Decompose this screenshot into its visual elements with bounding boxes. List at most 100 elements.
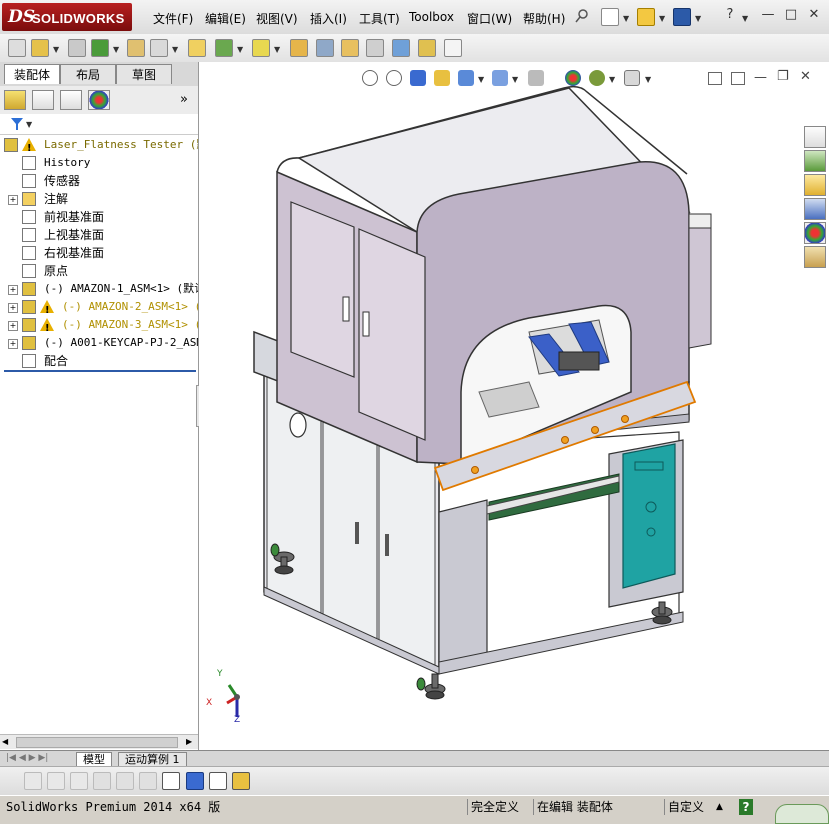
zoom-to-fit-icon[interactable]	[362, 70, 378, 86]
menu-file[interactable]: 文件(F)	[153, 10, 193, 27]
appearances-scenes-icon[interactable]	[804, 222, 826, 244]
view-settings-dropdown-icon[interactable]: ▼	[645, 75, 651, 84]
viewport-close-icon[interactable]: ✕	[800, 69, 811, 84]
status-units-custom[interactable]: 自定义	[664, 799, 704, 815]
render-view-icon[interactable]	[232, 772, 250, 790]
tree-item[interactable]: + (-) AMAZON-2_ASM<1> (默	[0, 298, 198, 316]
tree-item[interactable]: History	[0, 154, 198, 172]
save-dropdown-icon[interactable]: ▼	[695, 14, 701, 23]
tree-item[interactable]: 配合	[0, 352, 198, 370]
file-explorer-icon[interactable]	[804, 174, 826, 196]
shaded-view-icon[interactable]	[186, 772, 204, 790]
tab-assembly[interactable]: 装配体	[4, 64, 60, 84]
expand-toggle-icon[interactable]: +	[8, 285, 18, 295]
tree-item[interactable]: + (-) AMAZON-1_ASM<1> (默认	[0, 280, 198, 298]
tree-item[interactable]: + (-) AMAZON-3_ASM<1> (默	[0, 316, 198, 334]
propertymanager-icon[interactable]	[32, 90, 54, 110]
menu-window[interactable]: 窗口(W)	[467, 10, 512, 27]
tree-item[interactable]: Laser_Flatness Tester (默	[0, 136, 198, 154]
tree-item[interactable]: 前视基准面	[0, 208, 198, 226]
help-button[interactable]: ?	[722, 8, 738, 22]
linear-pattern-icon[interactable]	[91, 39, 109, 57]
reference-geometry-dropdown-icon[interactable]: ▼	[274, 45, 280, 54]
hide-show-items-icon[interactable]	[528, 70, 544, 86]
assembly-model-render[interactable]	[199, 62, 829, 750]
new-dropdown-icon[interactable]: ▼	[623, 14, 629, 23]
pin-menu-icon[interactable]	[575, 9, 589, 23]
tab-sketch[interactable]: 草图	[116, 64, 172, 84]
close-button[interactable]: ✕	[806, 8, 822, 22]
move-dropdown-icon[interactable]: ▼	[172, 45, 178, 54]
grid-view-icon[interactable]	[209, 772, 227, 790]
view-palette-icon[interactable]	[804, 198, 826, 220]
component-icon[interactable]	[8, 39, 26, 57]
tree-item[interactable]: 上视基准面	[0, 226, 198, 244]
assembly-features-dropdown-icon[interactable]: ▼	[237, 45, 243, 54]
insert-component-dropdown-icon[interactable]: ▼	[53, 45, 59, 54]
status-help-icon[interactable]: ?	[739, 799, 753, 815]
lines-icon[interactable]	[93, 772, 111, 790]
view-orientation-icon[interactable]	[458, 70, 474, 86]
minimize-button[interactable]: —	[760, 8, 776, 22]
tree-item[interactable]: + 注解	[0, 190, 198, 208]
tree-item[interactable]: 原点	[0, 262, 198, 280]
zoom-to-area-icon[interactable]	[386, 70, 402, 86]
previous-view-icon[interactable]	[410, 70, 426, 86]
custom-properties-icon[interactable]	[804, 246, 826, 268]
viewport-minimize-icon[interactable]: —	[754, 70, 767, 85]
mate-icon[interactable]	[68, 39, 86, 57]
tree-item[interactable]: 传感器	[0, 172, 198, 190]
pattern-dropdown-icon[interactable]: ▼	[113, 45, 119, 54]
solidworks-logo[interactable]: DS SOLIDWORKS	[2, 3, 132, 31]
help-dropdown-icon[interactable]: ▼	[742, 14, 748, 23]
panel-more-button[interactable]: »	[180, 92, 188, 107]
shape-disabled-icon[interactable]	[70, 772, 88, 790]
sketch-disabled-icon[interactable]	[24, 772, 42, 790]
view-orientation-dropdown-icon[interactable]: ▼	[478, 75, 484, 84]
featuremanager-tree-icon[interactable]	[4, 90, 26, 110]
viewport-split-icon[interactable]	[708, 72, 722, 85]
open-dropdown-icon[interactable]: ▼	[659, 14, 665, 23]
apply-scene-icon[interactable]	[589, 70, 605, 86]
relations-icon[interactable]	[162, 772, 180, 790]
panel-horizontal-scrollbar[interactable]: ◀ ▶	[0, 734, 198, 749]
expand-toggle-icon[interactable]: +	[8, 321, 18, 331]
tab-nav-arrows-icon[interactable]: |◀ ◀ ▶ ▶|	[6, 753, 48, 763]
rebuild-indicator-icon[interactable]	[775, 804, 829, 824]
view-settings-icon[interactable]	[624, 70, 640, 86]
large-assembly-mode-icon[interactable]	[444, 39, 462, 57]
filter-dropdown-icon[interactable]: ▼	[26, 120, 32, 129]
menu-tools[interactable]: 工具(T)	[359, 10, 400, 27]
dimension-disabled-icon[interactable]	[139, 772, 157, 790]
table-disabled-icon[interactable]	[116, 772, 134, 790]
restore-button[interactable]: □	[783, 8, 799, 22]
graphics-viewport[interactable]: Y X Z	[199, 62, 829, 750]
open-folder-icon[interactable]	[637, 8, 655, 26]
display-style-icon[interactable]	[492, 70, 508, 86]
exploded-view-icon[interactable]	[341, 39, 359, 57]
tree-item[interactable]: + (-) A001-KEYCAP-PJ-2_ASM<	[0, 334, 198, 352]
feature-disabled-icon[interactable]	[47, 772, 65, 790]
solidworks-resources-icon[interactable]	[804, 126, 826, 148]
filter-icon[interactable]	[10, 117, 24, 131]
expand-toggle-icon[interactable]: +	[8, 339, 18, 349]
smart-fasteners-icon[interactable]	[127, 39, 145, 57]
menu-view[interactable]: 视图(V)	[256, 10, 298, 27]
apply-scene-dropdown-icon[interactable]: ▼	[609, 75, 615, 84]
new-document-icon[interactable]	[601, 8, 619, 26]
edit-appearance-icon[interactable]	[565, 70, 581, 86]
bill-of-materials-icon[interactable]	[316, 39, 334, 57]
show-hidden-icon[interactable]	[188, 39, 206, 57]
menu-insert[interactable]: 插入(I)	[310, 10, 347, 27]
display-style-dropdown-icon[interactable]: ▼	[512, 75, 518, 84]
scroll-thumb[interactable]	[16, 737, 178, 748]
scroll-left-icon[interactable]: ◀	[2, 737, 8, 746]
instant3d-icon[interactable]	[418, 39, 436, 57]
tab-layout[interactable]: 布局	[60, 64, 116, 84]
displaymanager-icon[interactable]	[88, 90, 110, 110]
tree-item[interactable]: 右视基准面	[0, 244, 198, 262]
menu-toolbox[interactable]: Toolbox	[409, 10, 454, 24]
insert-component-icon[interactable]	[31, 39, 49, 57]
viewport-link-icon[interactable]	[731, 72, 745, 85]
section-view-icon[interactable]	[434, 70, 450, 86]
